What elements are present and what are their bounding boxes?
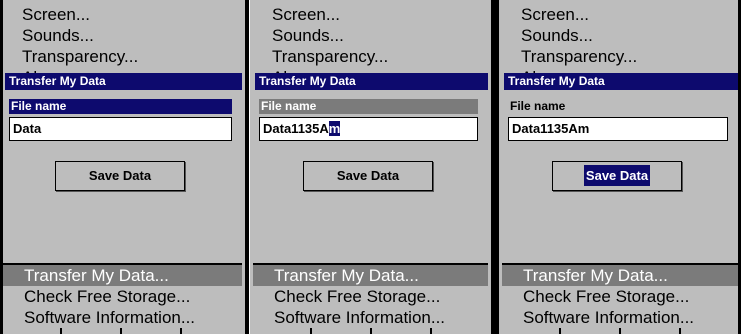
file-name-input[interactable]: Data1135Am <box>508 117 728 141</box>
menu-item-screen[interactable]: Screen... <box>521 4 637 25</box>
save-data-label: Save Data <box>583 165 651 186</box>
menu-item-transparency[interactable]: Transparency... <box>272 46 388 67</box>
settings-menu-bottom: Transfer My Data... Check Free Storage..… <box>0 265 245 328</box>
input-text: Data1135Am <box>512 121 590 136</box>
file-name-label: File name <box>9 99 232 114</box>
dialog-title: Transfer My Data <box>5 73 242 90</box>
menu-item-software-information[interactable]: Software Information... <box>0 307 245 328</box>
menu-item-software-information[interactable]: Software Information... <box>499 307 741 328</box>
menu-item-check-free-storage[interactable]: Check Free Storage... <box>250 286 491 307</box>
save-data-label: Save Data <box>336 168 400 183</box>
panel-divider <box>245 0 249 334</box>
menu-item-sounds[interactable]: Sounds... <box>521 25 637 46</box>
screen-panel-1: Screen... Sounds... Transparency... Alar… <box>0 0 245 334</box>
menu-item-transfer-my-data[interactable]: Transfer My Data... <box>502 265 738 286</box>
menu-item-check-free-storage[interactable]: Check Free Storage... <box>499 286 741 307</box>
settings-menu-top: Screen... Sounds... Transparency... Alar… <box>272 4 388 75</box>
file-name-input[interactable]: Data1135Am <box>259 117 478 141</box>
bottom-ticks <box>250 328 491 334</box>
save-data-button[interactable]: Save Data <box>552 161 682 191</box>
transfer-dialog: Transfer My Data File name Data Save Dat… <box>3 73 242 265</box>
dialog-title: Transfer My Data <box>504 73 738 90</box>
menu-item-screen[interactable]: Screen... <box>22 4 138 25</box>
settings-menu-top: Screen... Sounds... Transparency... Alar… <box>521 4 637 75</box>
file-name-label: File name <box>259 99 478 114</box>
file-name-label: File name <box>510 99 566 113</box>
menu-item-transfer-my-data[interactable]: Transfer My Data... <box>3 265 242 286</box>
screen-panel-3: Screen... Sounds... Transparency... Alar… <box>499 0 741 334</box>
settings-menu-bottom: Transfer My Data... Check Free Storage..… <box>499 265 741 328</box>
dialog-title: Transfer My Data <box>255 73 488 90</box>
file-name-input[interactable]: Data <box>9 117 232 141</box>
menu-item-transparency[interactable]: Transparency... <box>521 46 637 67</box>
menu-item-screen[interactable]: Screen... <box>272 4 388 25</box>
transfer-dialog: Transfer My Data File name Data1135Am Sa… <box>253 73 488 265</box>
screen-panel-2: Screen... Sounds... Transparency... Alar… <box>250 0 491 334</box>
menu-item-sounds[interactable]: Sounds... <box>272 25 388 46</box>
menu-item-transfer-my-data[interactable]: Transfer My Data... <box>253 265 488 286</box>
menu-item-software-information[interactable]: Software Information... <box>250 307 491 328</box>
settings-menu-bottom: Transfer My Data... Check Free Storage..… <box>250 265 491 328</box>
save-data-label: Save Data <box>88 168 152 183</box>
menu-item-check-free-storage[interactable]: Check Free Storage... <box>0 286 245 307</box>
save-data-button[interactable]: Save Data <box>303 161 433 191</box>
bottom-ticks <box>0 328 245 334</box>
text-cursor: m <box>328 121 341 136</box>
transfer-dialog: Transfer My Data File name Data1135Am Sa… <box>502 73 738 265</box>
menu-item-sounds[interactable]: Sounds... <box>22 25 138 46</box>
save-data-button[interactable]: Save Data <box>55 161 185 191</box>
input-text: Data <box>13 121 42 136</box>
menu-item-transparency[interactable]: Transparency... <box>22 46 138 67</box>
bottom-ticks <box>499 328 741 334</box>
settings-menu-top: Screen... Sounds... Transparency... Alar… <box>22 4 138 75</box>
input-text: Data1135A <box>263 121 329 136</box>
